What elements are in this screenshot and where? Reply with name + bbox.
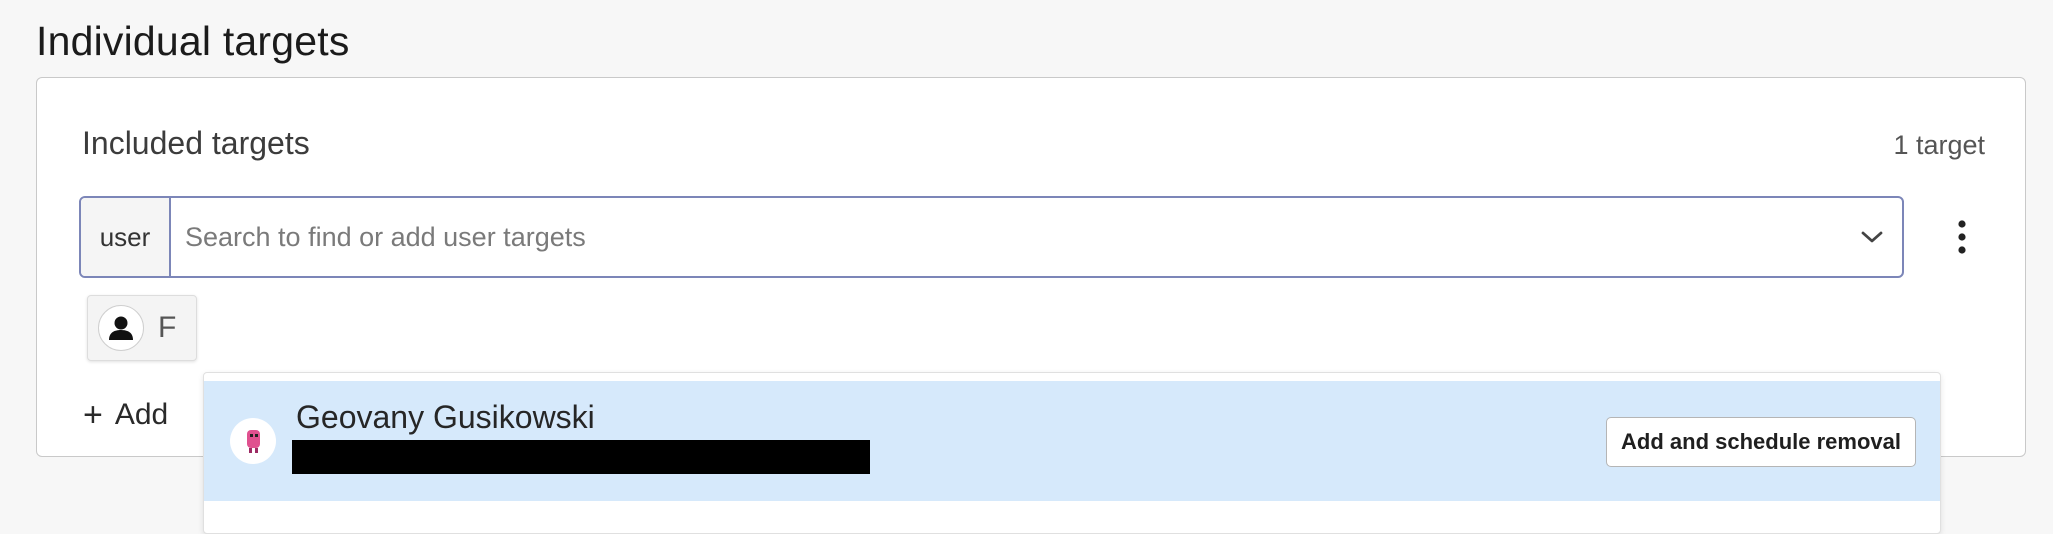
person-icon xyxy=(98,305,144,351)
included-targets-card: Included targets 1 target user F + Add xyxy=(36,77,2026,534)
chevron-down-icon[interactable] xyxy=(1842,198,1902,276)
dropdown-option[interactable]: Geovany Gusikowski Add and schedule remo… xyxy=(204,381,1940,501)
card-subtitle: Included targets xyxy=(82,125,310,161)
add-link-label: Add xyxy=(114,398,169,431)
search-input[interactable] xyxy=(171,198,1842,276)
target-count: 1 target xyxy=(1893,130,1985,160)
search-results-dropdown: Geovany Gusikowski Add and schedule remo… xyxy=(203,372,1941,534)
more-options-icon[interactable] xyxy=(1942,214,1982,260)
user-avatar-icon xyxy=(230,418,276,464)
add-and-schedule-removal-button[interactable]: Add and schedule removal xyxy=(1606,417,1916,467)
section-title: Individual targets xyxy=(36,18,350,64)
selected-target-chip[interactable]: F xyxy=(87,295,197,361)
plus-icon: + xyxy=(83,396,103,434)
redacted-user-key xyxy=(292,440,870,474)
context-kind-prefix[interactable]: user xyxy=(81,198,171,276)
add-target-link[interactable]: + Add xyxy=(83,398,168,432)
option-user-name: Geovany Gusikowski xyxy=(296,399,595,435)
chip-label: F xyxy=(158,311,177,344)
target-search-combobox[interactable]: user xyxy=(79,196,1904,278)
